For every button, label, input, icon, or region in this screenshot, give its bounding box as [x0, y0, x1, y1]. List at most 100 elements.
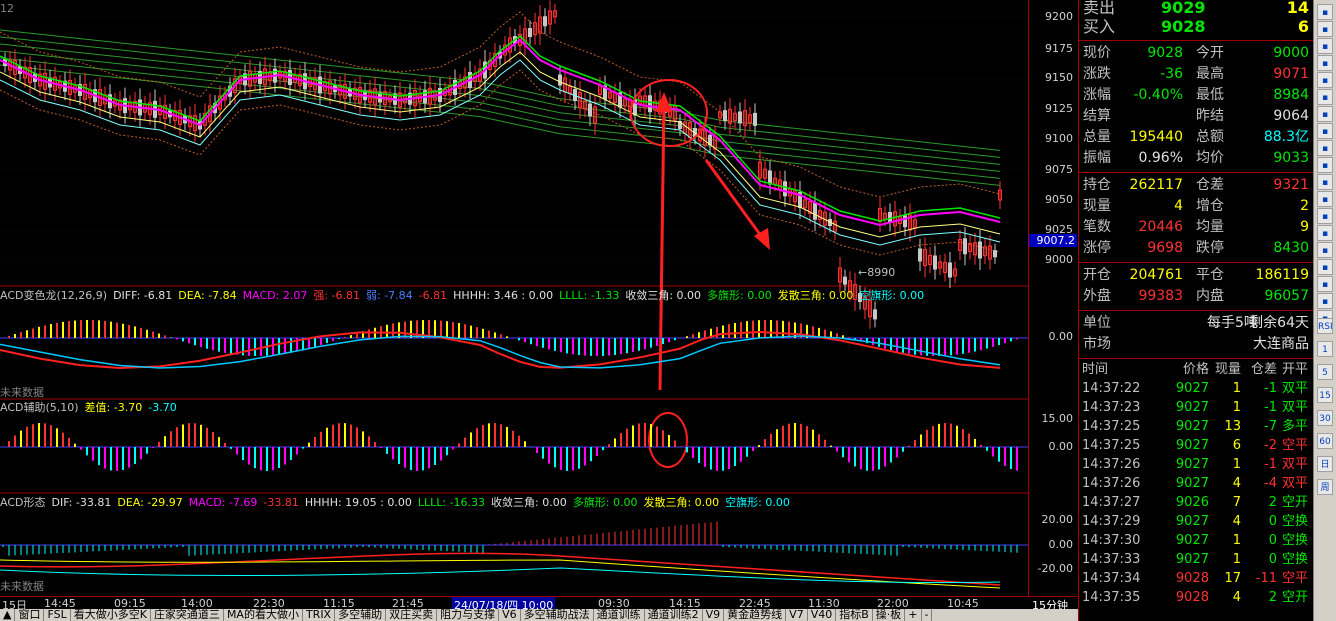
shape-line-red [0, 552, 1001, 586]
indicator-tab[interactable]: 阻力与支撑 [437, 609, 500, 621]
list-icon[interactable]: ▪ [1317, 21, 1333, 37]
tick-type: 双平 [1282, 400, 1309, 415]
indicator-tab[interactable]: 窗口 [15, 609, 45, 621]
indicator-legend-item: LLLL: -1.33 [559, 289, 620, 302]
indicator-tab[interactable]: V40 [808, 609, 837, 621]
indicator-tab[interactable]: 指标B [836, 609, 873, 621]
period-button[interactable]: 15 [1317, 387, 1333, 403]
y-tick: 9050 [1045, 193, 1073, 206]
quote-value: 9000 [1273, 45, 1309, 61]
indicator-tab[interactable]: 黄金趋势线 [724, 609, 787, 621]
quote-value: 8984 [1273, 87, 1309, 103]
indicator-tab[interactable]: 多空辅助 [335, 609, 387, 621]
tick-volume: 1 [1232, 533, 1241, 548]
grid-icon[interactable]: ▪ [1317, 38, 1333, 54]
candle-icon[interactable]: ▪ [1317, 89, 1333, 105]
quote-label: 持仓 [1083, 177, 1111, 193]
indicator-tab[interactable]: TRIX [303, 609, 336, 621]
vol-icon[interactable]: ▪ [1317, 123, 1333, 139]
quote-label: 总额 [1196, 129, 1224, 145]
line-icon[interactable]: ▪ [1317, 72, 1333, 88]
aux-y-tick: 15.00 [1041, 412, 1074, 425]
indicator-tab[interactable]: 通道训练 [594, 609, 645, 621]
info-icon[interactable]: ▪ [1317, 140, 1333, 156]
indicator-tab[interactable]: 双庄买卖 [386, 609, 438, 621]
period-button[interactable]: 60 [1317, 433, 1333, 449]
quote-row: 现量 4 增仓 2 [1079, 196, 1313, 217]
tick-type: 双平 [1282, 381, 1309, 396]
buy-label: 买入 [1083, 17, 1116, 36]
period-button[interactable]: 周 [1317, 479, 1333, 495]
quote-label: 昨结 [1196, 108, 1224, 124]
market-label: 市场 [1083, 336, 1111, 352]
chart-icon[interactable]: ▪ [1317, 4, 1333, 20]
indicator-tab[interactable]: V6 [499, 609, 521, 621]
indicator-tab[interactable]: + [905, 609, 922, 621]
search-icon[interactable]: ▪ [1317, 225, 1333, 241]
quote-label: 均价 [1196, 150, 1224, 166]
indicator-legend-item: -33.81 [263, 496, 299, 509]
nav-icon[interactable]: ▪ [1317, 259, 1333, 275]
chart-area[interactable]: ←8990 12 ACD变色龙(12,26,9) DIFF: -6.81 DEA: … [0, 0, 1028, 596]
star-icon[interactable]: ▪ [1317, 157, 1333, 173]
indicator-tab[interactable]: FSL [44, 609, 71, 621]
indicator-legend-item: -3.70 [148, 401, 177, 414]
aux-y-tick: 0.00 [1048, 440, 1074, 453]
tick-row: 14:37:35 9028 4 2 空开 [1079, 588, 1313, 607]
indicator-tab[interactable]: MA的看大做小 [224, 609, 303, 621]
period-button[interactable]: RSI [1317, 318, 1333, 334]
move-icon[interactable]: ▪ [1317, 276, 1333, 292]
quote-label: 涨停 [1083, 240, 1111, 256]
tick-volume: 1 [1232, 400, 1241, 415]
divider [1079, 172, 1313, 173]
fund-icon[interactable]: ▪ [1317, 191, 1333, 207]
divider [1079, 40, 1313, 41]
indicator-tab[interactable]: 操·板 [873, 609, 906, 621]
quote-value: 186119 [1255, 267, 1309, 283]
period-button[interactable]: 1 [1317, 341, 1333, 357]
indicator-tab[interactable]: V7 [786, 609, 808, 621]
tick-row: 14:37:29 9027 4 0 空换 [1079, 512, 1313, 531]
tick-type: 空开 [1282, 495, 1309, 510]
tick-type: 多平 [1282, 419, 1309, 434]
quote-row: 持仓 262117 仓差 9321 [1079, 175, 1313, 196]
indicator-tab[interactable]: 通道训练2 [645, 609, 703, 621]
indicator-legend-item: MACD: 2.07 [242, 289, 308, 302]
indicator-tab[interactable]: - [922, 609, 933, 621]
indicator-legend-item: 多旗形: 0.00 [707, 289, 772, 302]
indicator-tab[interactable]: V9 [703, 609, 725, 621]
last-price-tag: 9007.2 [1029, 234, 1077, 247]
candle-body [993, 250, 997, 258]
indicator-legend-item: 差值: -3.70 [84, 401, 143, 414]
fin-icon[interactable]: ▪ [1317, 208, 1333, 224]
tick-time: 14:37:35 [1082, 590, 1141, 605]
table-icon[interactable]: ▪ [1317, 106, 1333, 122]
tick-time: 14:37:22 [1082, 381, 1141, 396]
tick-volume: 4 [1232, 590, 1241, 605]
indicator-tab[interactable]: 多空辅助战法 [521, 609, 594, 621]
tick-volume: 1 [1232, 457, 1241, 472]
ma-line-yellow [0, 51, 1001, 238]
quote-label: 现量 [1083, 198, 1111, 214]
tick-type: 空换 [1282, 514, 1309, 529]
period-button[interactable]: 30 [1317, 410, 1333, 426]
bar-icon[interactable]: ▪ [1317, 55, 1333, 71]
zoom-icon[interactable]: ▪ [1317, 242, 1333, 258]
period-button[interactable]: 5 [1317, 364, 1333, 380]
indicator-tab[interactable]: 看大做小多空K [71, 609, 151, 621]
quote-label: 最高 [1196, 66, 1224, 82]
quote-value: 8430 [1273, 240, 1309, 256]
y-tick: 9075 [1045, 163, 1073, 176]
quote-value: 9698 [1147, 240, 1183, 256]
quote-row: 总量 195440 总额 88.3亿 [1079, 127, 1313, 148]
tick-type: 空换 [1282, 533, 1309, 548]
doc-icon[interactable]: ▪ [1317, 174, 1333, 190]
quote-label: 现价 [1083, 45, 1111, 61]
candle-body [948, 262, 952, 278]
indicator-tab[interactable]: ▲ [0, 609, 16, 621]
period-button[interactable]: 日 [1317, 456, 1333, 472]
tick-price: 9027 [1175, 476, 1209, 491]
tick-time: 14:37:34 [1082, 571, 1141, 586]
arrow-icon[interactable]: ▪ [1317, 293, 1333, 309]
indicator-tab[interactable]: 庄家突通道三 [151, 609, 224, 621]
